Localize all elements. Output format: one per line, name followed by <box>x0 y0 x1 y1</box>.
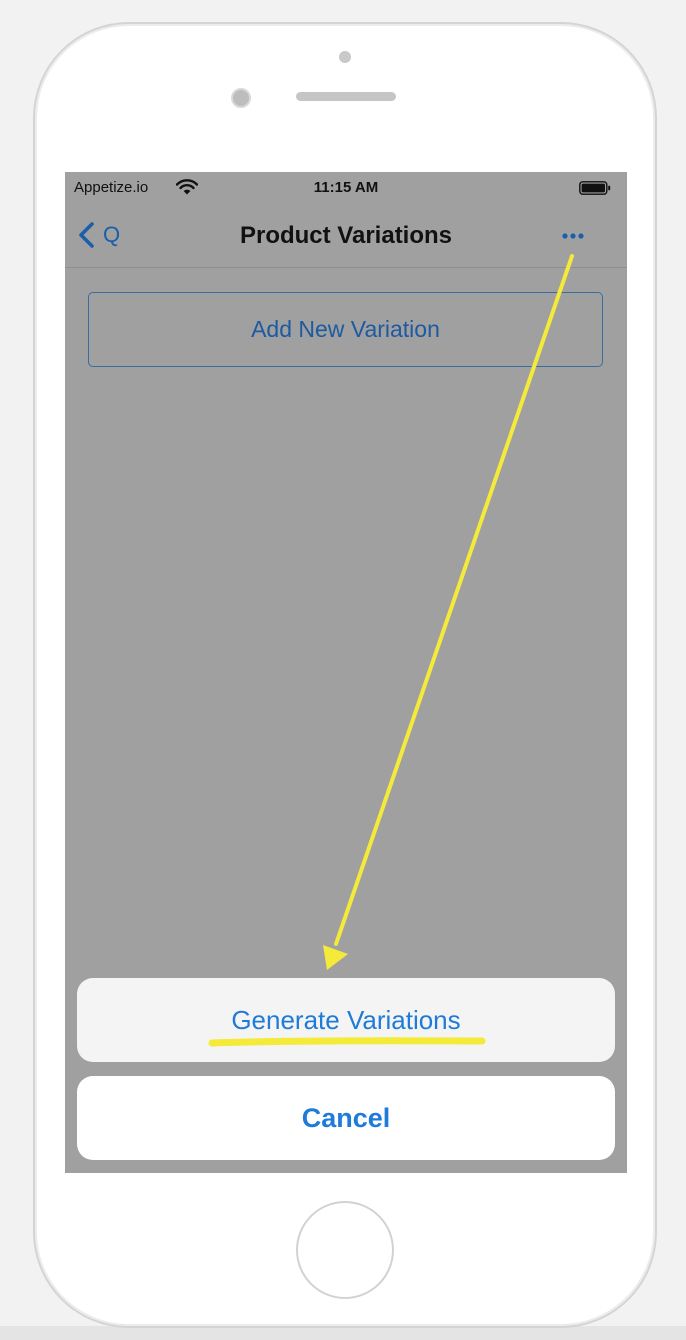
front-camera-icon <box>231 88 251 108</box>
proximity-sensor <box>339 51 351 63</box>
generate-variations-button[interactable]: Generate Variations <box>77 978 615 1062</box>
page-title: Product Variations <box>239 222 453 249</box>
add-new-variation-button[interactable]: Add New Variation <box>88 292 603 367</box>
status-bar: Appetize.io 11:15 AM <box>65 172 627 202</box>
home-button[interactable] <box>296 1201 394 1299</box>
earpiece-speaker <box>296 92 396 101</box>
battery-icon <box>579 181 611 195</box>
navigation-bar: Q Product Variations <box>65 202 627 268</box>
app-screen: Appetize.io 11:15 AM Q Product Variation… <box>65 172 627 1173</box>
cancel-button[interactable]: Cancel <box>77 1076 615 1160</box>
ellipsis-icon[interactable] <box>555 224 591 246</box>
status-time: 11:15 AM <box>313 179 379 196</box>
page-bottom-strip <box>0 1326 686 1340</box>
